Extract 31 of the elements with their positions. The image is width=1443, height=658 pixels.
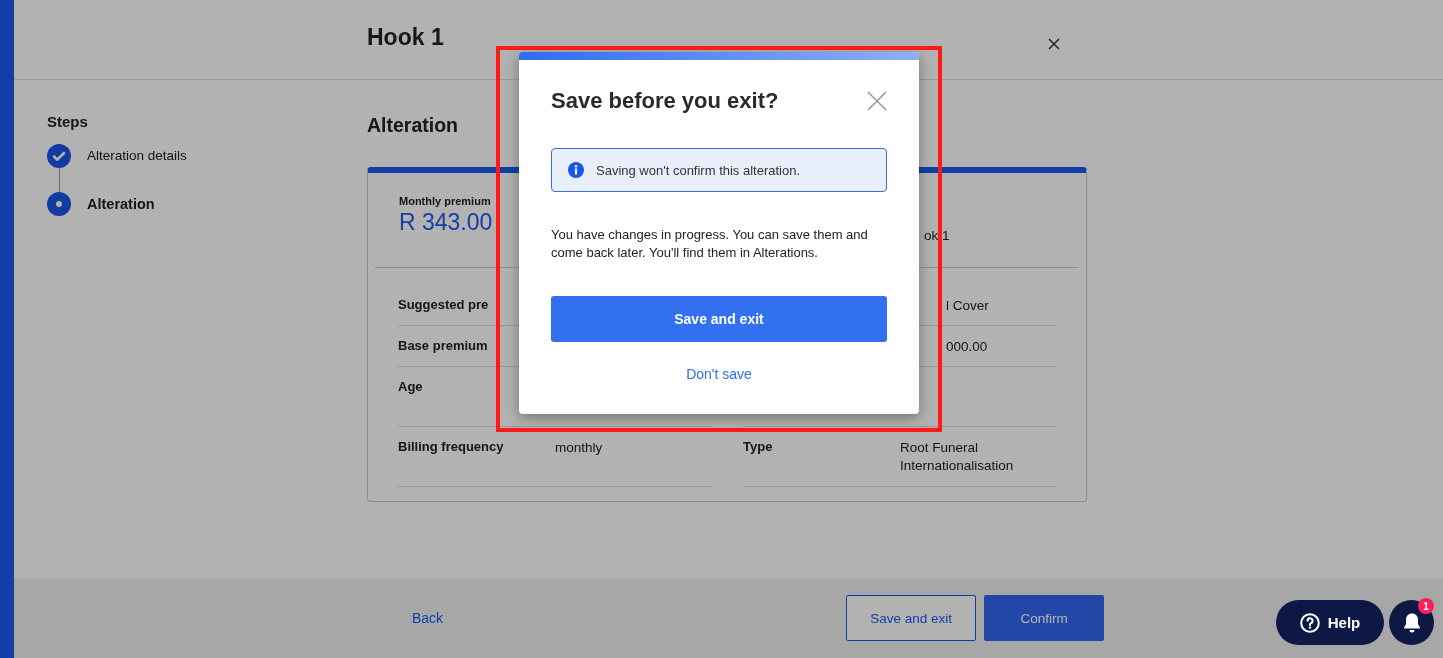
field-label: Age — [398, 379, 424, 396]
summary-value: ok 1 — [924, 228, 950, 243]
field-value: l Cover — [945, 297, 990, 315]
help-button[interactable]: Help — [1276, 600, 1384, 645]
dont-save-link[interactable]: Don't save — [686, 366, 752, 382]
field-label: Base premium — [398, 338, 489, 355]
back-link[interactable]: Back — [412, 610, 444, 626]
steps-heading: Steps — [47, 113, 89, 130]
notice-text: Saving won't confirm this alteration. — [596, 162, 801, 178]
save-exit-button[interactable]: Save and exit — [551, 296, 887, 342]
notification-badge: 1 — [1418, 598, 1434, 614]
step-item[interactable]: Alteration details — [87, 144, 187, 168]
question-icon — [1299, 612, 1320, 633]
close-icon[interactable] — [1048, 37, 1060, 50]
info-icon — [568, 162, 584, 178]
summary-value: R 343.00 — [399, 209, 493, 236]
bell-icon — [1401, 611, 1422, 634]
confirm-button[interactable]: Confirm — [984, 595, 1105, 641]
dialog-title: Save before you exit? — [551, 88, 779, 114]
field-value: Root Funeral Internationalisation — [900, 439, 1015, 475]
field-value: 000.00 — [945, 338, 989, 356]
section-heading: Alteration — [367, 114, 459, 137]
page-title: Hook 1 — [367, 24, 444, 51]
step-item[interactable]: Alteration — [87, 192, 155, 216]
field-label: Suggested pre — [398, 297, 490, 314]
dialog-message: You have changes in progress. You can save them and come back later. You'll find them in Alterations. — [551, 226, 869, 262]
save-exit-button[interactable]: Save and exit — [846, 595, 977, 641]
field-label: Billing frequency — [398, 439, 505, 456]
field-label: Type — [743, 439, 774, 456]
field-value: monthly — [555, 439, 604, 457]
summary-label: Monthly premium — [399, 195, 491, 207]
